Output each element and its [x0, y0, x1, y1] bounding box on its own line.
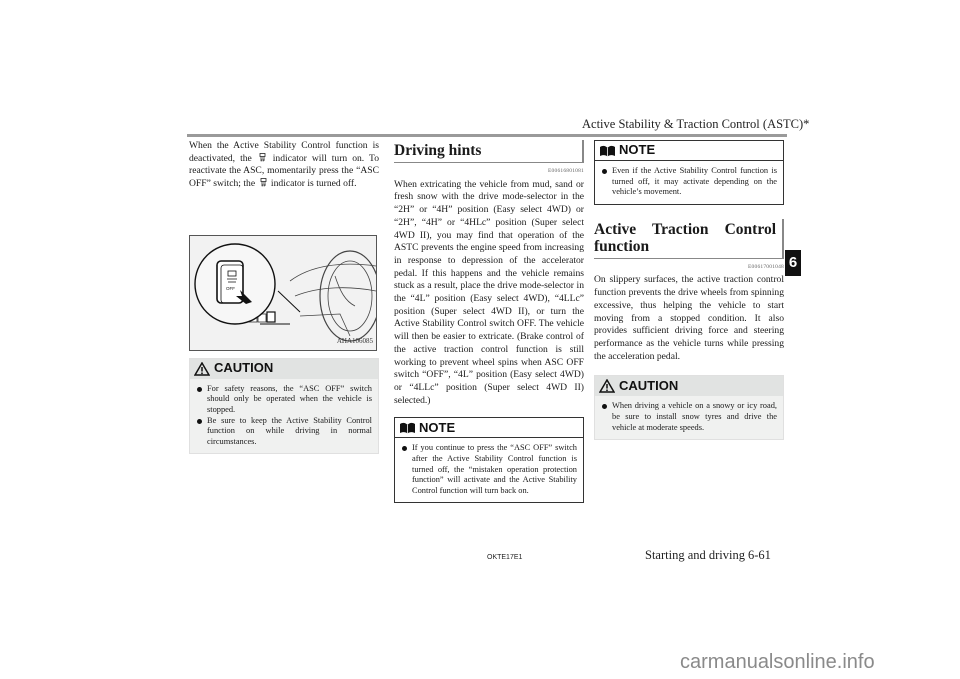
- note-label: NOTE: [419, 419, 456, 435]
- reference-code: E00616801081: [547, 168, 584, 174]
- section-title-driving-hints: Driving hints: [394, 140, 584, 163]
- caution-item: Be sure to keep the Active Stability Con…: [196, 416, 372, 448]
- caution-item: For safety reasons, the “ASC OFF” switch…: [196, 384, 372, 416]
- header-rule: [187, 134, 787, 137]
- dashboard-illustration: OFF: [194, 243, 376, 342]
- section-title-active-traction-control: Active Traction Control function: [594, 218, 784, 259]
- footer-doc-code: OKTE17E1: [487, 554, 523, 561]
- footer-section-name: Starting and driving: [645, 548, 745, 562]
- caution-label: CAUTION: [214, 360, 274, 376]
- asc-off-indicator-icon: [260, 178, 266, 187]
- column-1: When the Active Stability Control functi…: [189, 140, 380, 455]
- note-header: NOTE: [595, 141, 783, 161]
- note-item: If you continue to press the “ASC OFF” s…: [401, 443, 577, 496]
- running-header-title: Active Stability & Traction Control (AST…: [582, 117, 810, 131]
- note-item: Even if the Active Stability Control fun…: [601, 166, 777, 198]
- open-book-icon: [600, 145, 615, 156]
- caution-item: When driving a vehicle on a snowy or icy…: [601, 401, 777, 433]
- caution-header: CAUTION: [595, 376, 783, 397]
- caution-label: CAUTION: [619, 378, 679, 394]
- svg-text:OFF: OFF: [226, 286, 235, 291]
- asc-off-indicator-icon: [259, 152, 266, 162]
- reference-code: E00617001048: [747, 263, 784, 270]
- warning-triangle-icon: [599, 379, 615, 394]
- footer-page-number: 6-61: [748, 548, 771, 562]
- active-traction-body: On slippery surfaces, the active tractio…: [594, 274, 784, 362]
- caution-box: CAUTION For safety reasons, the “ASC OFF…: [189, 357, 379, 455]
- note-box: NOTE Even if the Active Stability Contro…: [594, 140, 784, 205]
- column-2: Driving hints E00616801081 When extricat…: [394, 140, 584, 504]
- open-book-icon: [400, 422, 415, 434]
- caution-header: CAUTION: [190, 358, 378, 379]
- warning-triangle-icon: [194, 361, 210, 376]
- note-box: NOTE If you continue to press the “ASC O…: [394, 417, 584, 504]
- note-label: NOTE: [619, 142, 656, 158]
- chapter-tab: 6: [785, 250, 801, 276]
- watermark: carmanualsonline.info: [680, 651, 875, 673]
- driving-hints-body: When extricating the vehicle from mud, s…: [394, 178, 584, 406]
- column-3: NOTE Even if the Active Stability Contro…: [594, 140, 784, 441]
- figure-code: AHA106085: [336, 337, 373, 346]
- asc-off-switch-figure: OFF AHA106085: [189, 234, 377, 351]
- caution-box: CAUTION When driving a vehicle on a snow…: [594, 375, 784, 441]
- note-header: NOTE: [395, 418, 583, 439]
- intro-paragraph: When the Active Stability Control functi…: [189, 140, 380, 190]
